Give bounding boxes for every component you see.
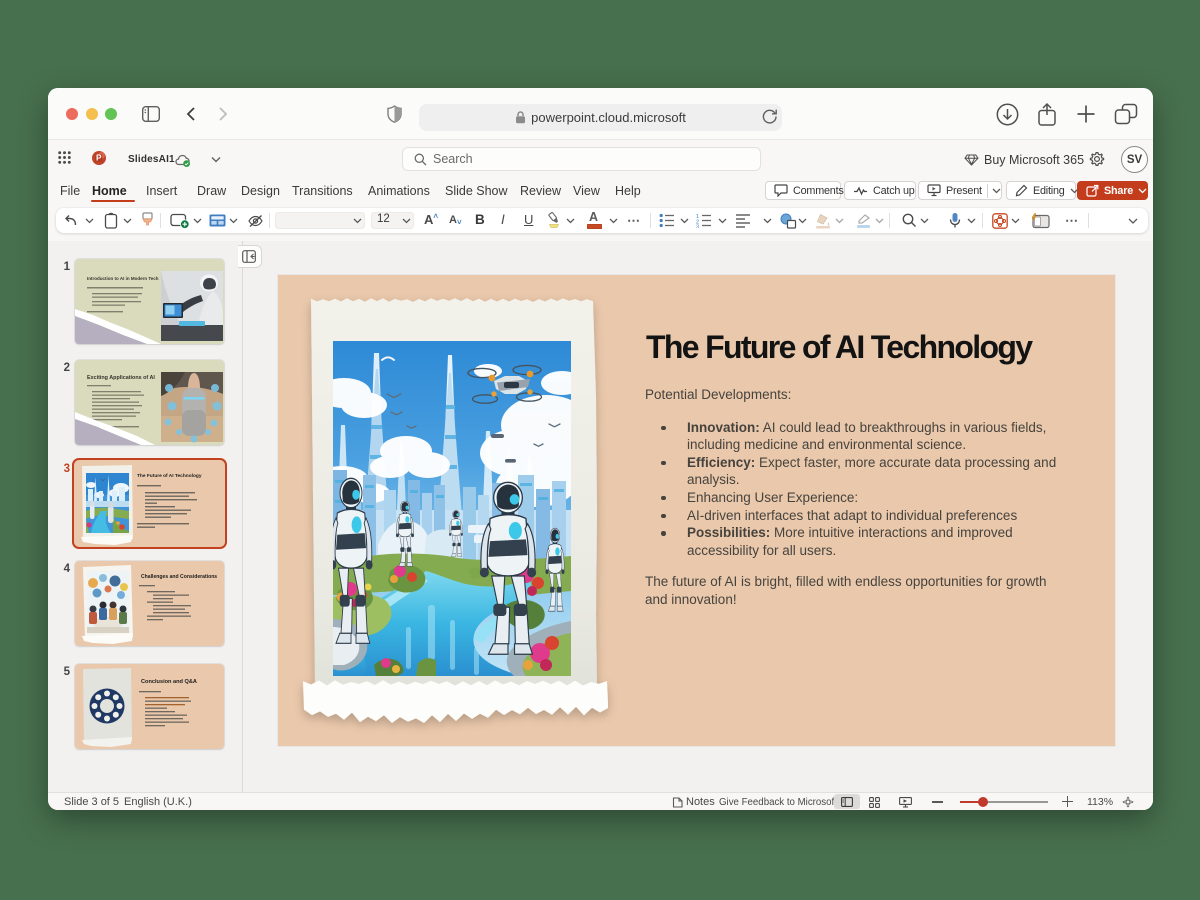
svg-text:3: 3 xyxy=(696,225,699,228)
svg-text:The Future of AI Technology: The Future of AI Technology xyxy=(137,473,202,479)
svg-text:Challenges and Considerations: Challenges and Considerations xyxy=(141,574,217,580)
svg-text:P: P xyxy=(96,154,102,163)
svg-text:Exciting Applications of AI: Exciting Applications of AI xyxy=(87,375,155,381)
svg-text:Introduction to AI in Modern T: Introduction to AI in Modern Tech xyxy=(87,276,159,281)
svg-text:Conclusion and Q&A: Conclusion and Q&A xyxy=(141,679,197,685)
